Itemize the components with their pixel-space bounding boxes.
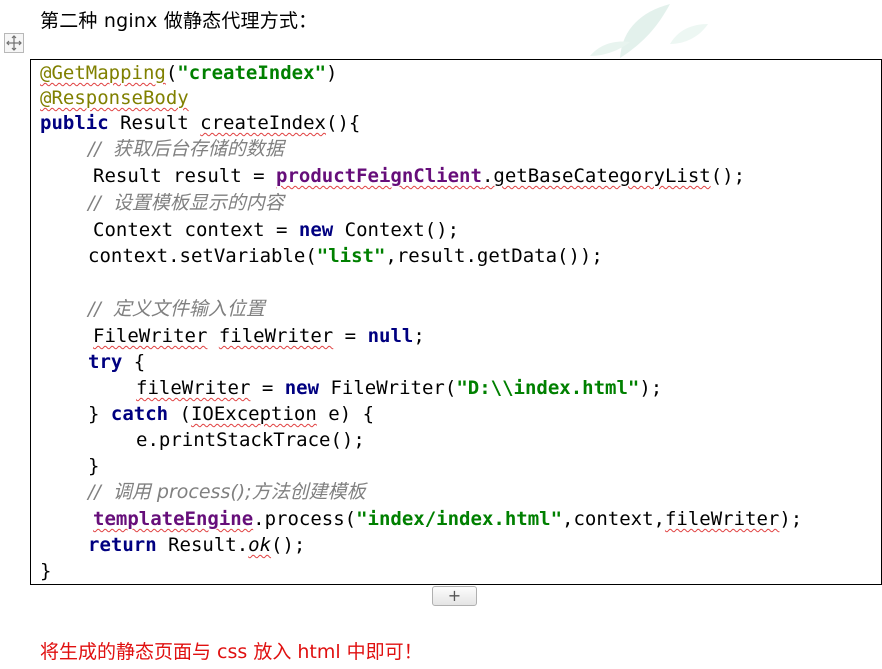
move-arrows-icon[interactable] [4,33,24,53]
insert-block-button[interactable]: + [432,586,477,606]
code-comment: // 调用 process();方法创建模板 [88,481,366,503]
code-line: @ResponseBody [40,87,189,109]
code-line: templateEngine.process("index/index.html… [93,508,803,530]
code-line: @GetMapping("createIndex") [40,62,338,84]
code-line: return Result.ok(); [88,534,306,556]
code-comment: // 获取后台存储的数据 [88,138,284,160]
page-heading: 第二种 nginx 做静态代理方式： [40,10,318,32]
code-line: FileWriter fileWriter = null; [93,325,425,347]
code-line: try { [88,351,146,373]
code-line: } catch (IOException e) { [88,403,375,425]
code-line: } [88,455,100,477]
code-line: public Result createIndex(){ [40,112,361,134]
code-line: fileWriter = new FileWriter("D:\\index.h… [136,377,663,399]
leaf-watermark-icon [590,4,708,58]
code-comment: // 设置模板显示的内容 [88,192,284,214]
code-block[interactable]: @GetMapping("createIndex") @ResponseBody… [30,59,882,585]
code-comment: // 定义文件输入位置 [88,298,265,320]
footer-note: 将生成的静态页面与 css 放入 html 中即可！ [40,641,423,663]
code-line: } [40,560,52,582]
code-line: Context context = new Context(); [93,219,460,241]
code-line: context.setVariable("list",result.getDat… [88,245,603,267]
code-line: e.printStackTrace(); [136,429,365,451]
code-line: Result result = productFeignClient.getBa… [93,165,746,187]
